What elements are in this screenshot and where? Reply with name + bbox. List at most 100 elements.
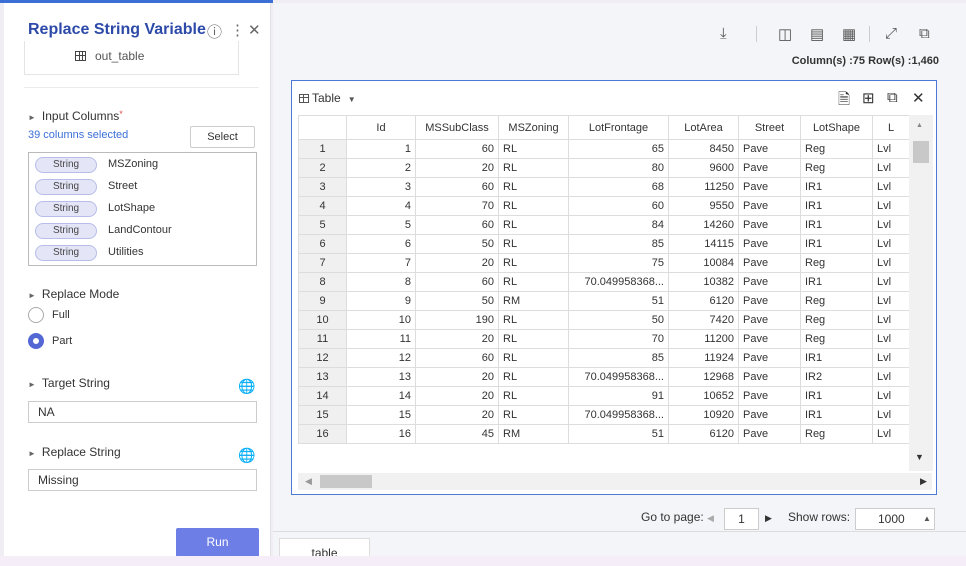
table-cell[interactable]: RM <box>498 424 569 444</box>
table-cell[interactable]: RL <box>498 348 569 368</box>
table-cell[interactable]: Lvl <box>872 291 910 311</box>
scroll-right-icon[interactable]: ▶ <box>920 476 927 487</box>
table-cell[interactable]: 50 <box>568 310 669 330</box>
scroll-up-icon[interactable]: ▲ <box>916 122 923 129</box>
table-cell[interactable]: 70.049958368... <box>568 272 669 292</box>
scroll-thumb[interactable] <box>913 141 929 163</box>
column-header[interactable]: L <box>872 115 910 140</box>
table-cell[interactable]: Lvl <box>872 367 910 387</box>
table-cell[interactable]: Lvl <box>872 177 910 197</box>
table-cell[interactable]: IR1 <box>800 196 873 216</box>
table-cell[interactable]: Pave <box>738 386 801 406</box>
prev-page-icon[interactable]: ◀ <box>707 513 714 524</box>
table-cell[interactable]: 8450 <box>668 139 739 159</box>
table-cell[interactable]: 13 <box>346 367 416 387</box>
table-cell[interactable]: Reg <box>800 253 873 273</box>
column-header[interactable]: Id <box>346 115 416 140</box>
table-row[interactable]: 12 12 60 RL 85 11924 Pave IR1 Lvl <box>298 348 910 368</box>
table-cell[interactable]: 60 <box>415 348 499 368</box>
table-cell[interactable]: 10084 <box>668 253 739 273</box>
table-cell[interactable]: 14260 <box>668 215 739 235</box>
table-cell[interactable]: Pave <box>738 367 801 387</box>
table-cell[interactable]: 9 <box>346 291 416 311</box>
table-cell[interactable]: 14115 <box>668 234 739 254</box>
table-cell[interactable]: 10382 <box>668 272 739 292</box>
table-cell[interactable]: 20 <box>415 158 499 178</box>
table-cell[interactable]: 60 <box>415 215 499 235</box>
table-cell[interactable]: 20 <box>415 405 499 425</box>
download-icon[interactable]: ⤓ <box>720 25 727 42</box>
table-cell[interactable]: 60 <box>415 177 499 197</box>
table-cell[interactable]: Pave <box>738 158 801 178</box>
table-cell[interactable]: Pave <box>738 253 801 273</box>
table-cell[interactable]: 80 <box>568 158 669 178</box>
table-cell[interactable]: 10 <box>346 310 416 330</box>
table-cell[interactable]: IR1 <box>800 272 873 292</box>
table-cell[interactable]: Lvl <box>872 348 910 368</box>
table-cell[interactable]: 50 <box>415 291 499 311</box>
table-row[interactable]: 1 1 60 RL 65 8450 Pave Reg Lvl <box>298 139 910 159</box>
table-cell[interactable]: 70 <box>415 196 499 216</box>
replace-mode-header[interactable]: ► Replace Mode <box>28 287 119 301</box>
table-row[interactable]: 7 7 20 RL 75 10084 Pave Reg Lvl <box>298 253 910 273</box>
table-cell[interactable]: 50 <box>415 234 499 254</box>
table-cell[interactable]: RL <box>498 272 569 292</box>
globe-icon[interactable]: 🌐 <box>238 447 255 464</box>
rows-per-page-select[interactable]: 1000 ▲ <box>855 508 935 530</box>
table-row[interactable]: 15 15 20 RL 70.049958368... 10920 Pave IR1 Lvl <box>298 405 910 425</box>
run-button[interactable]: Run <box>176 528 259 557</box>
table-row[interactable]: 2 2 20 RL 80 9600 Pave Reg Lvl <box>298 158 910 178</box>
table-cell[interactable]: Lvl <box>872 139 910 159</box>
table-row[interactable]: 9 9 50 RM 51 6120 Pave Reg Lvl <box>298 291 910 311</box>
table-cell[interactable]: RL <box>498 329 569 349</box>
input-columns-header[interactable]: ► Input Columns* <box>28 109 123 123</box>
table-cell[interactable]: 84 <box>568 215 669 235</box>
table-cell[interactable]: RL <box>498 310 569 330</box>
table-cell[interactable]: 4 <box>346 196 416 216</box>
popout-icon[interactable]: ⧉ <box>919 25 930 42</box>
table-row[interactable]: 10 10 190 RL 50 7420 Pave Reg Lvl <box>298 310 910 330</box>
table-cell[interactable]: Pave <box>738 234 801 254</box>
table-cell[interactable]: 60 <box>415 272 499 292</box>
table-cell[interactable]: IR1 <box>800 177 873 197</box>
table-cell[interactable]: 11200 <box>668 329 739 349</box>
table-cell[interactable]: 45 <box>415 424 499 444</box>
table-cell[interactable]: Lvl <box>872 158 910 178</box>
select-columns-button[interactable]: Select <box>190 126 255 148</box>
table-dropdown[interactable]: Table ▼ <box>299 91 356 105</box>
table-cell[interactable]: Lvl <box>872 234 910 254</box>
table-cell[interactable]: 7420 <box>668 310 739 330</box>
table-cell[interactable]: RL <box>498 405 569 425</box>
table-cell[interactable]: 60 <box>568 196 669 216</box>
table-row[interactable]: 4 4 70 RL 60 9550 Pave IR1 Lvl <box>298 196 910 216</box>
radio-full[interactable] <box>28 307 44 323</box>
table-cell[interactable]: RL <box>498 139 569 159</box>
table-cell[interactable]: Reg <box>800 139 873 159</box>
table-cell[interactable]: Lvl <box>872 386 910 406</box>
column-header[interactable]: MSZoning <box>498 115 569 140</box>
table-cell[interactable]: Reg <box>800 310 873 330</box>
fullscreen-icon[interactable]: ⤢ <box>885 25 897 42</box>
table-cell[interactable]: Reg <box>800 158 873 178</box>
table-cell[interactable]: Pave <box>738 405 801 425</box>
table-cell[interactable]: IR2 <box>800 367 873 387</box>
column-header[interactable]: Street <box>738 115 801 140</box>
split-horizontal-icon[interactable]: ▤ <box>810 25 824 43</box>
table-cell[interactable]: Pave <box>738 272 801 292</box>
table-cell[interactable]: RL <box>498 253 569 273</box>
table-cell[interactable]: 6 <box>346 234 416 254</box>
table-cell[interactable]: RL <box>498 215 569 235</box>
table-cell[interactable]: 12 <box>346 348 416 368</box>
table-cell[interactable]: Reg <box>800 291 873 311</box>
table-cell[interactable]: Pave <box>738 329 801 349</box>
export-file-icon[interactable]: 🗎 <box>838 89 850 114</box>
table-row[interactable]: 8 8 60 RL 70.049958368... 10382 Pave IR1 Lvl <box>298 272 910 292</box>
close-icon[interactable]: ✕ <box>912 89 925 107</box>
scroll-down-icon[interactable]: ▼ <box>915 452 924 462</box>
table-view-icon[interactable]: ⊞ <box>862 89 875 107</box>
table-cell[interactable]: Lvl <box>872 253 910 273</box>
replace-string-input[interactable] <box>28 469 257 491</box>
table-cell[interactable]: Reg <box>800 329 873 349</box>
table-cell[interactable]: 60 <box>415 139 499 159</box>
table-cell[interactable]: 75 <box>568 253 669 273</box>
